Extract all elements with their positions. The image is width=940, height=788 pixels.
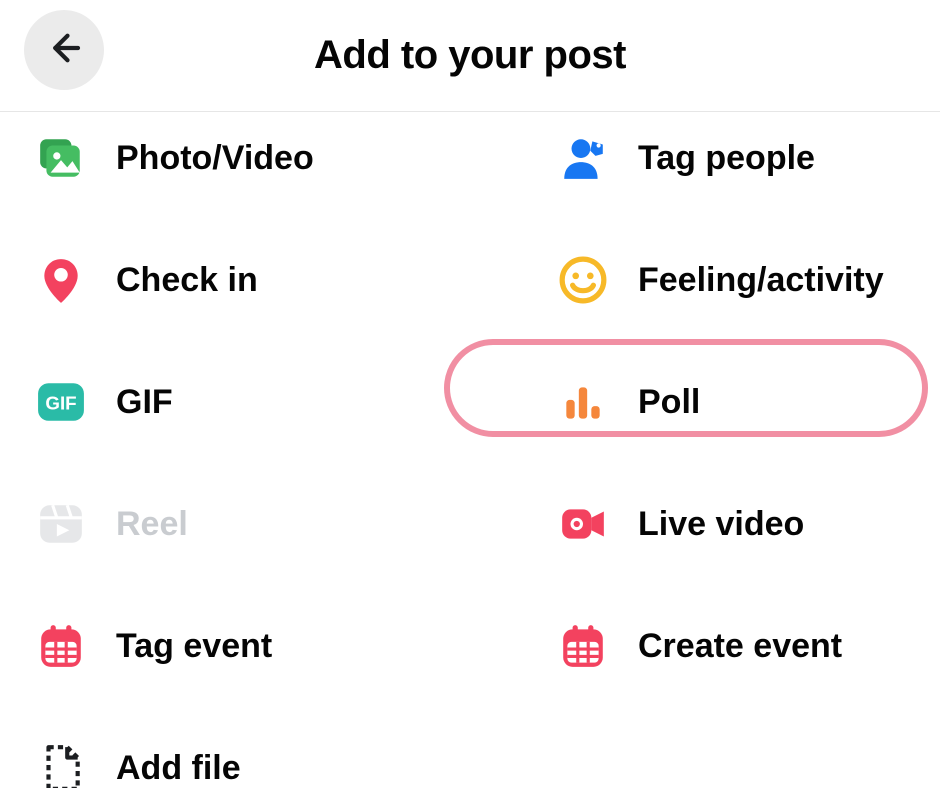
option-label: Poll: [638, 383, 700, 422]
location-pin-icon: [36, 255, 86, 305]
reel-icon: [36, 499, 86, 549]
option-label: Feeling/activity: [638, 261, 884, 300]
live-video-icon: [558, 499, 608, 549]
smiley-face-icon: [558, 255, 608, 305]
option-reel: Reel: [28, 492, 470, 556]
option-photo-video[interactable]: Photo/Video: [28, 126, 470, 190]
option-label: Create event: [638, 627, 842, 666]
option-tag-event[interactable]: Tag event: [28, 614, 470, 678]
option-label: GIF: [116, 383, 173, 422]
option-check-in[interactable]: Check in: [28, 248, 470, 312]
add-file-icon: [36, 743, 86, 788]
option-live-video[interactable]: Live video: [470, 492, 912, 556]
option-label: Add file: [116, 749, 241, 788]
option-label: Live video: [638, 505, 804, 544]
option-label: Check in: [116, 261, 258, 300]
option-label: Tag people: [638, 139, 815, 178]
option-add-file[interactable]: Add file: [28, 736, 470, 788]
header: Add to your post: [0, 0, 940, 112]
tag-people-icon: [558, 133, 608, 183]
arrow-left-icon: [43, 27, 85, 74]
calendar-create-icon: [558, 621, 608, 671]
option-gif[interactable]: GIF GIF: [28, 370, 470, 434]
option-label: Tag event: [116, 627, 272, 666]
page-title: Add to your post: [314, 33, 626, 78]
option-label: Photo/Video: [116, 139, 314, 178]
calendar-tag-icon: [36, 621, 86, 671]
gif-icon: GIF: [36, 377, 86, 427]
svg-text:GIF: GIF: [45, 392, 76, 413]
option-tag-people[interactable]: Tag people: [470, 126, 912, 190]
option-poll[interactable]: Poll: [470, 370, 912, 434]
poll-bars-icon: [558, 377, 608, 427]
photo-video-icon: [36, 133, 86, 183]
options-grid: Photo/Video Tag people Check in: [0, 112, 940, 788]
option-feeling-activity[interactable]: Feeling/activity: [470, 248, 912, 312]
option-label: Reel: [116, 505, 188, 544]
back-button[interactable]: [24, 10, 104, 90]
option-create-event[interactable]: Create event: [470, 614, 912, 678]
